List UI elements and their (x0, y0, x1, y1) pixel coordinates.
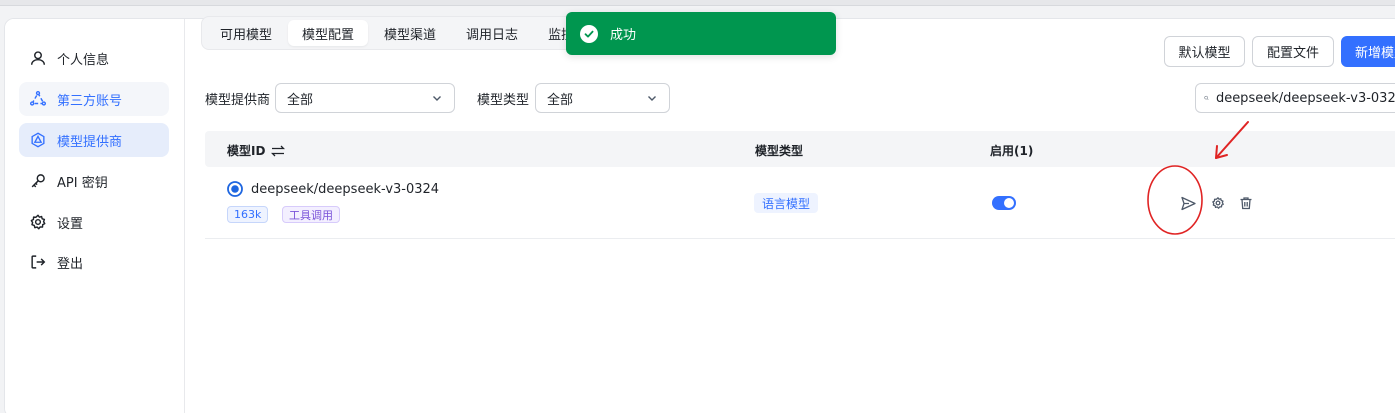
key-icon (31, 174, 45, 188)
provider-filter-value: 全部 (287, 92, 314, 108)
sidebar-item-profile[interactable]: 个人信息 (19, 41, 169, 75)
gear-icon (30, 214, 46, 230)
provider-logo-icon (227, 181, 243, 197)
chevron-down-icon (648, 96, 656, 101)
column-header-model-type: 模型类型 (755, 144, 804, 158)
enabled-toggle[interactable] (992, 196, 1016, 210)
column-header-model-id[interactable]: 模型ID (227, 142, 286, 159)
column-header-label: 模型ID (227, 144, 266, 158)
sidebar-item-label: API 密钥 (57, 175, 108, 191)
add-model-button[interactable]: 新增模型 (1341, 36, 1395, 67)
check-circle-icon (580, 24, 598, 43)
success-toast: 成功 (566, 12, 836, 55)
tool-call-tag: 工具调用 (282, 206, 340, 223)
sort-swap-icon[interactable] (271, 145, 286, 157)
triangle-nodes-icon (29, 90, 47, 106)
search-icon (1204, 95, 1209, 101)
sidebar-item-model-provider[interactable]: 模型提供商 (19, 123, 169, 157)
sidebar-item-label: 设置 (57, 216, 84, 232)
type-filter-value: 全部 (547, 92, 574, 108)
test-send-button[interactable] (1178, 193, 1198, 213)
search-input[interactable]: deepseek/deepseek-v3-0324 (1195, 83, 1395, 113)
chevron-down-icon (433, 96, 441, 101)
toast-message: 成功 (610, 28, 637, 43)
sidebar-item-label: 个人信息 (57, 52, 110, 68)
tab-available-models[interactable]: 可用模型 (206, 20, 286, 46)
user-icon (30, 51, 46, 65)
delete-model-button[interactable] (1236, 193, 1256, 213)
gear-icon (1212, 197, 1224, 209)
sidebar: 个人信息 第三方账号 模型提供商 API 密钥 设置 登出 (5, 19, 185, 413)
type-filter-label: 模型类型 (477, 93, 530, 108)
tab-model-config[interactable]: 模型配置 (288, 20, 369, 46)
model-provider-icon (31, 132, 45, 148)
search-value: deepseek/deepseek-v3-0324 (1215, 90, 1395, 106)
type-filter-select[interactable]: 全部 (535, 83, 670, 113)
table-row: deepseek/deepseek-v3-0324 163k 工具调用 语言模型 (205, 167, 1395, 239)
config-file-button[interactable]: 配置文件 (1252, 36, 1334, 67)
sidebar-item-logout[interactable]: 登出 (19, 245, 169, 279)
table-header: 模型ID 模型类型 启用(1) (205, 131, 1395, 167)
send-icon (1180, 196, 1196, 210)
tab-model-channels[interactable]: 模型渠道 (370, 20, 450, 46)
sidebar-item-label: 模型提供商 (57, 134, 123, 150)
model-type-tag: 语言模型 (754, 193, 819, 213)
tab-bar: 可用模型 模型配置 模型渠道 调用日志 监控 (201, 16, 594, 50)
tab-call-logs[interactable]: 调用日志 (452, 20, 532, 46)
provider-filter-label: 模型提供商 (205, 93, 271, 108)
sidebar-item-settings[interactable]: 设置 (19, 205, 169, 239)
model-id-text: deepseek/deepseek-v3-0324 (251, 182, 440, 197)
sidebar-item-third-party-accounts[interactable]: 第三方账号 (19, 82, 169, 116)
sidebar-item-api-keys[interactable]: API 密钥 (19, 164, 169, 198)
sidebar-item-label: 登出 (57, 256, 84, 272)
context-length-tag: 163k (227, 206, 269, 223)
provider-filter-select[interactable]: 全部 (275, 83, 455, 113)
window-top-bar (0, 0, 1395, 6)
default-model-button[interactable]: 默认模型 (1164, 36, 1245, 67)
model-settings-button[interactable] (1208, 193, 1228, 213)
sidebar-item-label: 第三方账号 (57, 93, 123, 109)
column-header-enabled: 启用(1) (990, 144, 1034, 158)
trash-icon (1240, 197, 1252, 210)
logout-icon (31, 255, 46, 269)
